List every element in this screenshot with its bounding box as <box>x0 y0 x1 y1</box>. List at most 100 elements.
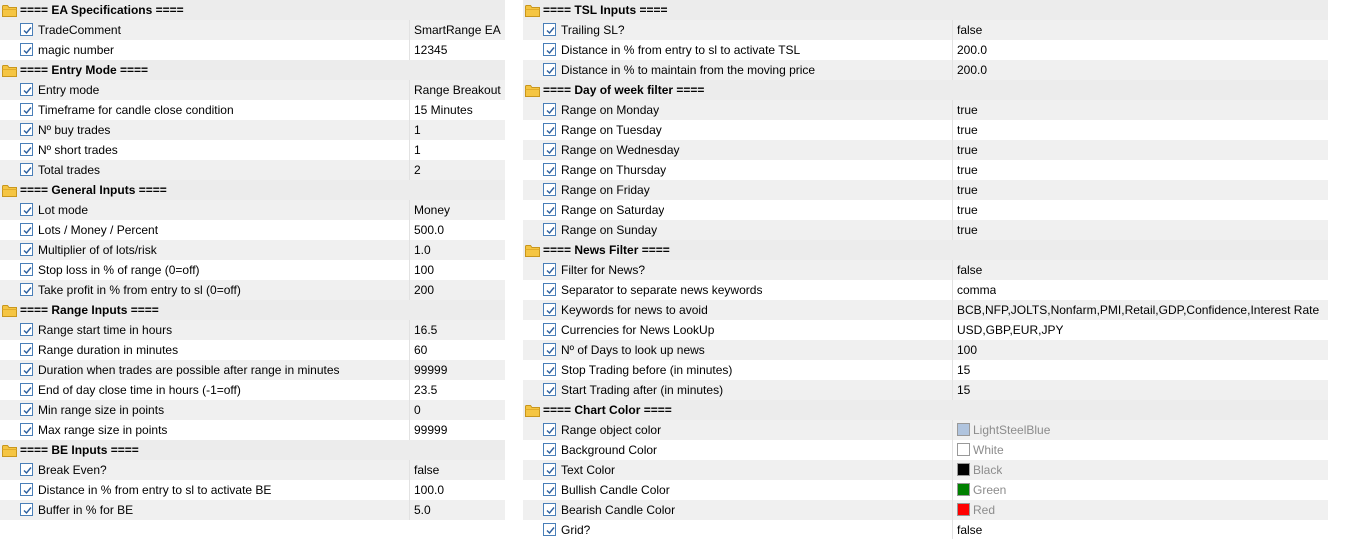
param-row-bullish-candle-color[interactable]: Bullish Candle Color Green <box>523 480 1328 500</box>
param-value[interactable]: true <box>957 140 978 160</box>
param-value[interactable]: White <box>957 440 1004 460</box>
param-row-trailing-sl[interactable]: Trailing SL? false <box>523 20 1328 40</box>
param-value[interactable]: 99999 <box>414 420 447 440</box>
param-row-magic-number[interactable]: magic number 12345 <box>0 40 505 60</box>
param-value[interactable]: Green <box>957 480 1006 500</box>
checkbox-checked-icon[interactable] <box>543 463 556 476</box>
param-row-range-object-color[interactable]: Range object color LightSteelBlue <box>523 420 1328 440</box>
param-row-break-even[interactable]: Break Even? false <box>0 460 505 480</box>
param-row-start-trading-after-in-minutes[interactable]: Start Trading after (in minutes) 15 <box>523 380 1328 400</box>
checkbox-checked-icon[interactable] <box>20 103 33 116</box>
param-value[interactable]: 200.0 <box>957 60 987 80</box>
checkbox-checked-icon[interactable] <box>543 123 556 136</box>
checkbox-checked-icon[interactable] <box>543 223 556 236</box>
checkbox-checked-icon[interactable] <box>543 143 556 156</box>
param-row-lot-mode[interactable]: Lot mode Money <box>0 200 505 220</box>
param-row-range-on-monday[interactable]: Range on Monday true <box>523 100 1328 120</box>
param-value[interactable]: true <box>957 200 978 220</box>
param-value[interactable]: 1 <box>414 120 421 140</box>
checkbox-checked-icon[interactable] <box>20 83 33 96</box>
checkbox-checked-icon[interactable] <box>20 503 33 516</box>
param-value[interactable]: Money <box>414 200 450 220</box>
param-row-range-on-saturday[interactable]: Range on Saturday true <box>523 200 1328 220</box>
checkbox-checked-icon[interactable] <box>20 263 33 276</box>
param-value[interactable]: false <box>957 260 982 280</box>
param-value[interactable]: 15 Minutes <box>414 100 473 120</box>
checkbox-checked-icon[interactable] <box>543 263 556 276</box>
param-value[interactable]: USD,GBP,EUR,JPY <box>957 320 1063 340</box>
param-value[interactable]: true <box>957 160 978 180</box>
group-header-news-filter[interactable]: ==== News Filter ==== <box>523 240 1328 260</box>
param-value[interactable]: false <box>414 460 439 480</box>
checkbox-checked-icon[interactable] <box>20 343 33 356</box>
group-header-chart-color[interactable]: ==== Chart Color ==== <box>523 400 1328 420</box>
checkbox-checked-icon[interactable] <box>543 43 556 56</box>
param-value[interactable]: 100.0 <box>414 480 444 500</box>
param-value[interactable]: 200 <box>414 280 434 300</box>
param-row-multiplier-of-of-lots-risk[interactable]: Multiplier of of lots/risk 1.0 <box>0 240 505 260</box>
checkbox-checked-icon[interactable] <box>20 23 33 36</box>
param-row-distance-in-from-entry-to-sl-to-activate-tsl[interactable]: Distance in % from entry to sl to activa… <box>523 40 1328 60</box>
checkbox-checked-icon[interactable] <box>20 323 33 336</box>
param-value[interactable]: 1.0 <box>414 240 431 260</box>
checkbox-checked-icon[interactable] <box>20 163 33 176</box>
param-value[interactable]: 5.0 <box>414 500 431 520</box>
param-row-tradecomment[interactable]: TradeComment SmartRange EA <box>0 20 505 40</box>
checkbox-checked-icon[interactable] <box>543 523 556 536</box>
param-value[interactable]: SmartRange EA <box>414 20 501 40</box>
param-value[interactable]: true <box>957 120 978 140</box>
checkbox-checked-icon[interactable] <box>543 383 556 396</box>
group-header-range-inputs[interactable]: ==== Range Inputs ==== <box>0 300 505 320</box>
checkbox-checked-icon[interactable] <box>543 163 556 176</box>
checkbox-checked-icon[interactable] <box>20 143 33 156</box>
checkbox-checked-icon[interactable] <box>543 283 556 296</box>
checkbox-checked-icon[interactable] <box>20 123 33 136</box>
param-row-separator-to-separate-news-keywords[interactable]: Separator to separate news keywords comma <box>523 280 1328 300</box>
param-value[interactable]: true <box>957 220 978 240</box>
param-row-filter-for-news[interactable]: Filter for News? false <box>523 260 1328 280</box>
param-value[interactable]: 1 <box>414 140 421 160</box>
param-value[interactable]: 15 <box>957 360 970 380</box>
param-row-n-buy-trades[interactable]: Nº buy trades 1 <box>0 120 505 140</box>
param-value[interactable]: Range Breakout <box>414 80 501 100</box>
checkbox-checked-icon[interactable] <box>543 343 556 356</box>
param-row-distance-in-from-entry-to-sl-to-activate-be[interactable]: Distance in % from entry to sl to activa… <box>0 480 505 500</box>
param-value[interactable]: 100 <box>957 340 977 360</box>
param-row-buffer-in-for-be[interactable]: Buffer in % for BE 5.0 <box>0 500 505 520</box>
checkbox-checked-icon[interactable] <box>20 483 33 496</box>
param-value[interactable]: 0 <box>414 400 421 420</box>
param-row-max-range-size-in-points[interactable]: Max range size in points 99999 <box>0 420 505 440</box>
param-row-background-color[interactable]: Background Color White <box>523 440 1328 460</box>
param-row-distance-in-to-maintain-from-the-moving-price[interactable]: Distance in % to maintain from the movin… <box>523 60 1328 80</box>
checkbox-checked-icon[interactable] <box>20 43 33 56</box>
param-value[interactable]: 60 <box>414 340 427 360</box>
param-value[interactable]: true <box>957 100 978 120</box>
param-row-duration-when-trades-are-possible-after-range-in[interactable]: Duration when trades are possible after … <box>0 360 505 380</box>
param-row-timeframe-for-candle-close-condition[interactable]: Timeframe for candle close condition 15 M… <box>0 100 505 120</box>
param-row-range-on-tuesday[interactable]: Range on Tuesday true <box>523 120 1328 140</box>
checkbox-checked-icon[interactable] <box>543 323 556 336</box>
checkbox-checked-icon[interactable] <box>20 463 33 476</box>
group-header-day-of-week-filter[interactable]: ==== Day of week filter ==== <box>523 80 1328 100</box>
param-value[interactable]: false <box>957 520 982 539</box>
param-value[interactable]: 200.0 <box>957 40 987 60</box>
param-row-total-trades[interactable]: Total trades 2 <box>0 160 505 180</box>
param-row-text-color[interactable]: Text Color Black <box>523 460 1328 480</box>
param-value[interactable]: BCB,NFP,JOLTS,Nonfarm,PMI,Retail,GDP,Con… <box>957 300 1319 320</box>
param-row-range-on-friday[interactable]: Range on Friday true <box>523 180 1328 200</box>
param-value[interactable]: 100 <box>414 260 434 280</box>
checkbox-checked-icon[interactable] <box>543 363 556 376</box>
checkbox-checked-icon[interactable] <box>543 203 556 216</box>
param-row-n-of-days-to-look-up-news[interactable]: Nº of Days to look up news 100 <box>523 340 1328 360</box>
checkbox-checked-icon[interactable] <box>543 443 556 456</box>
checkbox-checked-icon[interactable] <box>20 423 33 436</box>
checkbox-checked-icon[interactable] <box>20 223 33 236</box>
param-row-lots-money-percent[interactable]: Lots / Money / Percent 500.0 <box>0 220 505 240</box>
checkbox-checked-icon[interactable] <box>543 483 556 496</box>
param-row-stop-loss-in-of-range-0-off[interactable]: Stop loss in % of range (0=off) 100 <box>0 260 505 280</box>
checkbox-checked-icon[interactable] <box>20 403 33 416</box>
checkbox-checked-icon[interactable] <box>543 63 556 76</box>
param-row-n-short-trades[interactable]: Nº short trades 1 <box>0 140 505 160</box>
param-row-currencies-for-news-lookup[interactable]: Currencies for News LookUp USD,GBP,EUR,JP… <box>523 320 1328 340</box>
param-row-range-start-time-in-hours[interactable]: Range start time in hours 16.5 <box>0 320 505 340</box>
